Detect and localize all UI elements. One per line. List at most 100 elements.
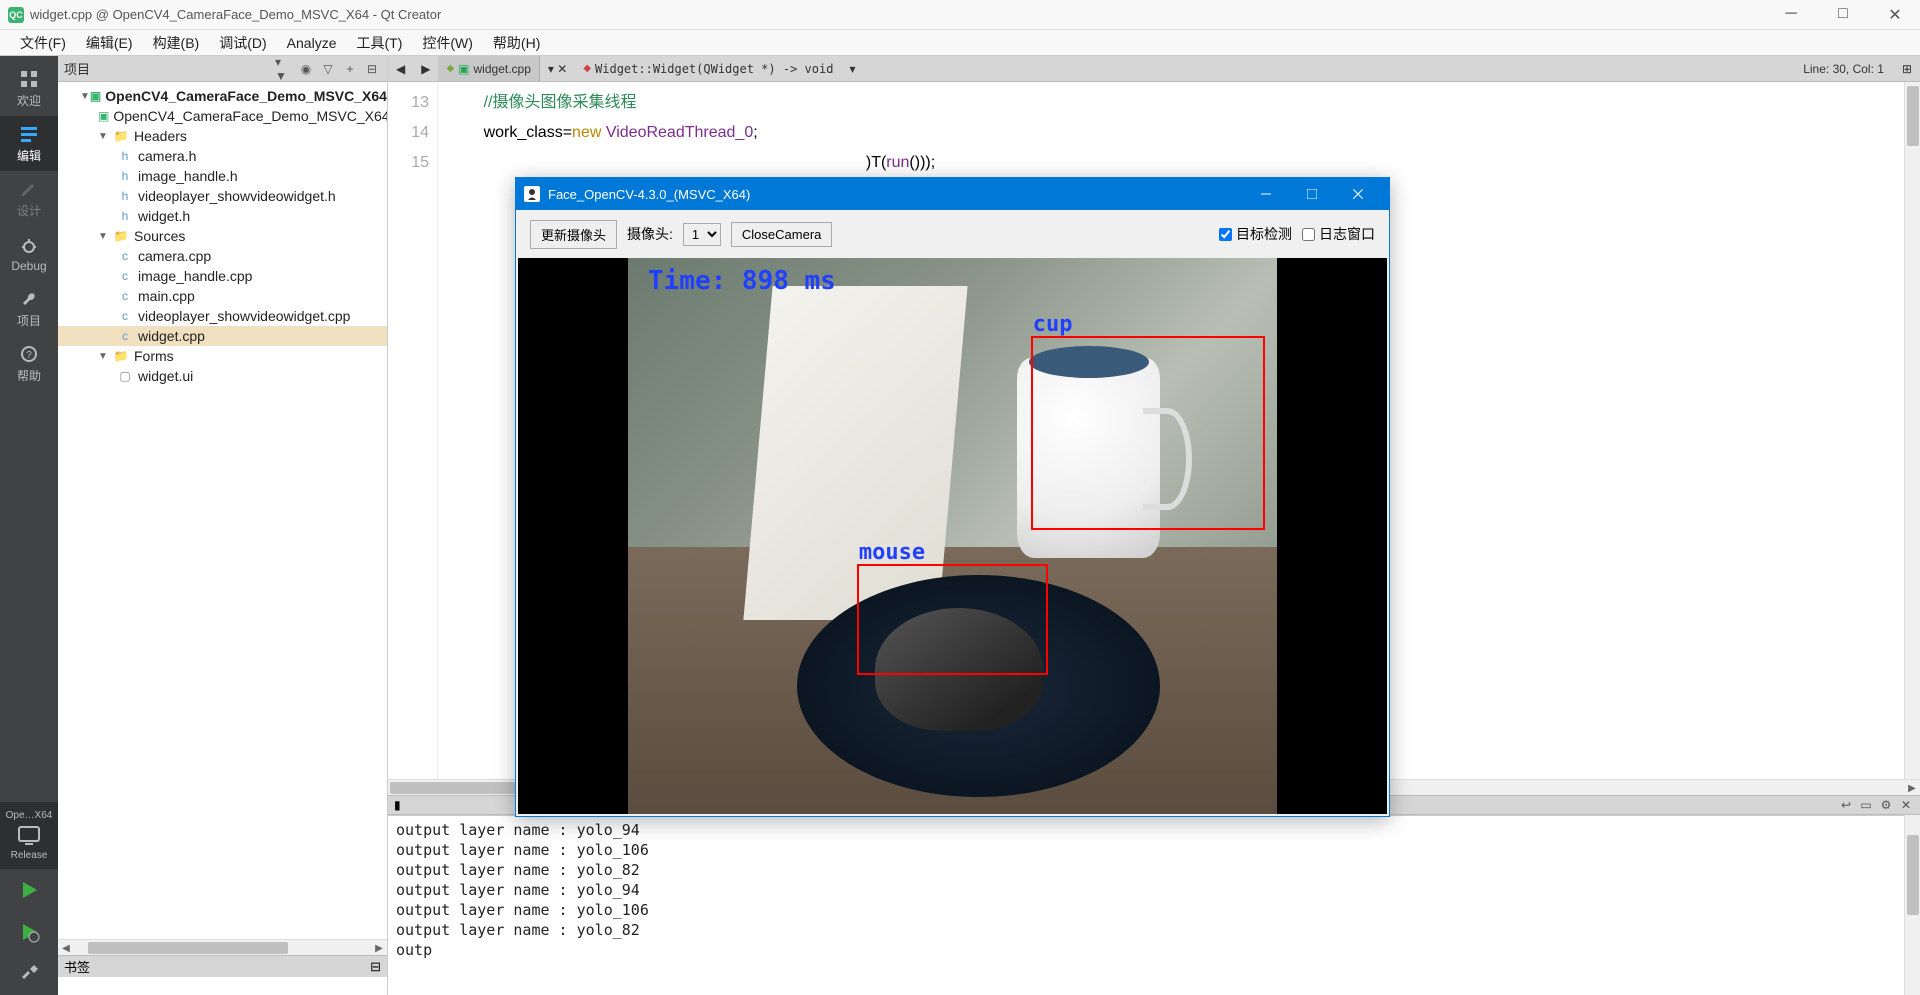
build-button[interactable] bbox=[0, 953, 58, 995]
close-button[interactable]: ✕ bbox=[1878, 5, 1912, 25]
sync-icon[interactable]: ◉ bbox=[297, 60, 315, 78]
running-app-window[interactable]: Face_OpenCV-4.3.0_(MSVC_X64) 更新摄像头 摄像头: … bbox=[515, 177, 1390, 817]
tree-file[interactable]: cvideoplayer_showvideowidget.cpp bbox=[58, 306, 387, 326]
grid-icon bbox=[17, 68, 41, 90]
mode-help[interactable]: ? 帮助 bbox=[0, 336, 58, 391]
tree-file-selected[interactable]: cwidget.cpp bbox=[58, 326, 387, 346]
tree-forms[interactable]: ▼📁Forms bbox=[58, 346, 387, 366]
wrap-icon[interactable]: ↩ bbox=[1838, 797, 1854, 813]
output-tab-indicator[interactable]: ▮ bbox=[394, 798, 401, 812]
video-frame: Time: 898 ms cup mouse bbox=[518, 258, 1387, 814]
update-camera-button[interactable]: 更新摄像头 bbox=[530, 220, 617, 249]
split-icon[interactable]: ⊟ bbox=[363, 60, 381, 78]
tree-file[interactable]: ccamera.cpp bbox=[58, 246, 387, 266]
mode-edit[interactable]: 编辑 bbox=[0, 116, 58, 171]
detection-box-mouse: mouse bbox=[857, 564, 1048, 675]
editor-vscrollbar[interactable] bbox=[1904, 82, 1920, 779]
menu-build[interactable]: 构建(B) bbox=[143, 33, 210, 53]
scroll-left-icon[interactable]: ◀ bbox=[58, 940, 74, 956]
tree-file[interactable]: cmain.cpp bbox=[58, 286, 387, 306]
line-gutter: 131415 bbox=[388, 82, 438, 779]
maximize-button[interactable]: □ bbox=[1826, 5, 1860, 25]
tree-file[interactable]: hwidget.h bbox=[58, 206, 387, 226]
menu-edit[interactable]: 编辑(E) bbox=[76, 33, 143, 53]
tree-file[interactable]: hcamera.h bbox=[58, 146, 387, 166]
nav-fwd-button[interactable]: ▶ bbox=[413, 56, 438, 81]
tree-pro-file[interactable]: ▣OpenCV4_CameraFace_Demo_MSVC_X64.p bbox=[58, 106, 387, 126]
minimize-button[interactable]: ─ bbox=[1774, 5, 1808, 25]
output-pane[interactable]: output layer name : yolo_94 output layer… bbox=[388, 815, 1904, 995]
camera-select[interactable]: 1 bbox=[683, 223, 721, 246]
cursor-position: Line: 30, Col: 1 bbox=[1795, 56, 1894, 81]
func-status-icon: ◆ bbox=[583, 63, 591, 74]
menu-help[interactable]: 帮助(H) bbox=[483, 33, 550, 53]
split-editor-button[interactable]: ⊞ bbox=[1894, 56, 1920, 81]
bug-icon bbox=[17, 235, 41, 257]
detection-label: mouse bbox=[859, 540, 925, 565]
svg-text:?: ? bbox=[26, 350, 32, 361]
app-maximize-button[interactable] bbox=[1289, 178, 1335, 210]
mode-design[interactable]: 设计 bbox=[0, 171, 58, 226]
output-vscrollbar[interactable] bbox=[1904, 815, 1920, 995]
app-minimize-button[interactable] bbox=[1243, 178, 1289, 210]
filter-icon[interactable]: ▽ bbox=[319, 60, 337, 78]
project-tree[interactable]: ▼▣OpenCV4_CameraFace_Demo_MSVC_X64 ▣Open… bbox=[58, 82, 387, 939]
file-tab[interactable]: ◆ ▣ widget.cpp bbox=[438, 56, 538, 81]
menu-debug[interactable]: 调试(D) bbox=[209, 33, 276, 53]
mode-debug[interactable]: Debug bbox=[0, 226, 58, 281]
file-status-icon: ◆ bbox=[446, 63, 454, 74]
tree-file[interactable]: himage_handle.h bbox=[58, 166, 387, 186]
expand-icon[interactable]: ▭ bbox=[1858, 797, 1874, 813]
file-tab-dropdown[interactable]: ▾ ✕ bbox=[539, 56, 575, 81]
tree-hscrollbar[interactable]: ◀ ▶ bbox=[58, 939, 387, 955]
detect-checkbox[interactable]: 目标检测 bbox=[1219, 224, 1292, 244]
mode-welcome[interactable]: 欢迎 bbox=[0, 61, 58, 116]
project-panel: 项目 ▾ ▼ ◉ ▽ + ⊟ ▼▣OpenCV4_CameraFace_Demo… bbox=[58, 56, 388, 995]
scrollbar-thumb[interactable] bbox=[88, 942, 288, 954]
scroll-right-icon[interactable]: ▶ bbox=[371, 940, 387, 956]
tree-file[interactable]: cimage_handle.cpp bbox=[58, 266, 387, 286]
tree-file[interactable]: ▢widget.ui bbox=[58, 366, 387, 386]
window-title: widget.cpp @ OpenCV4_CameraFace_Demo_MSV… bbox=[30, 7, 1774, 22]
window-buttons: ─ □ ✕ bbox=[1774, 5, 1912, 25]
monitor-icon bbox=[0, 825, 58, 850]
add-icon[interactable]: + bbox=[341, 60, 359, 78]
filter-dropdown-icon[interactable]: ▾ ▼ bbox=[275, 60, 293, 78]
camera-label: 摄像头: bbox=[627, 224, 673, 244]
function-crumb[interactable]: ◆ Widget::Widget(QWidget *) -> void bbox=[575, 56, 841, 81]
settings-icon[interactable]: ⚙ bbox=[1878, 797, 1894, 813]
tree-file[interactable]: hvideoplayer_showvideowidget.h bbox=[58, 186, 387, 206]
menu-tools[interactable]: 工具(T) bbox=[346, 33, 412, 53]
app-close-button[interactable] bbox=[1335, 178, 1381, 210]
menu-widgets[interactable]: 控件(W) bbox=[412, 33, 483, 53]
nav-back-button[interactable]: ◀ bbox=[388, 56, 413, 81]
app-window-title: Face_OpenCV-4.3.0_(MSVC_X64) bbox=[548, 187, 1243, 202]
window-titlebar: QC widget.cpp @ OpenCV4_CameraFace_Demo_… bbox=[0, 0, 1920, 30]
app-titlebar[interactable]: Face_OpenCV-4.3.0_(MSVC_X64) bbox=[516, 178, 1389, 210]
inference-timer: Time: 898 ms bbox=[648, 266, 836, 296]
menu-analyze[interactable]: Analyze bbox=[277, 35, 347, 51]
help-icon: ? bbox=[17, 343, 41, 365]
kit-selector[interactable]: Ope…X64 Release bbox=[0, 802, 58, 869]
split-icon[interactable]: ⊟ bbox=[370, 959, 381, 975]
func-dropdown[interactable]: ▾ bbox=[841, 56, 863, 81]
log-checkbox[interactable]: 日志窗口 bbox=[1302, 224, 1375, 244]
tree-sources[interactable]: ▼📁Sources bbox=[58, 226, 387, 246]
scroll-right-icon[interactable]: ▶ bbox=[1904, 780, 1920, 796]
menu-file[interactable]: 文件(F) bbox=[10, 33, 76, 53]
mode-projects[interactable]: 项目 bbox=[0, 281, 58, 336]
bookmarks-header[interactable]: 书签 ⊟ bbox=[58, 955, 387, 977]
project-panel-header: 项目 ▾ ▼ ◉ ▽ + ⊟ bbox=[58, 56, 387, 82]
run-debug-button[interactable] bbox=[0, 911, 58, 953]
tree-root[interactable]: ▼▣OpenCV4_CameraFace_Demo_MSVC_X64 bbox=[58, 86, 387, 106]
close-output-icon[interactable]: ✕ bbox=[1898, 797, 1914, 813]
app-toolbar: 更新摄像头 摄像头: 1 CloseCamera 目标检测 日志窗口 bbox=[516, 210, 1389, 258]
detection-label: cup bbox=[1033, 312, 1073, 337]
editor-toolbar: ◀ ▶ ◆ ▣ widget.cpp ▾ ✕ ◆ Widget::Widget(… bbox=[388, 56, 1920, 82]
close-camera-button[interactable]: CloseCamera bbox=[731, 222, 832, 247]
tree-headers[interactable]: ▼📁Headers bbox=[58, 126, 387, 146]
menu-bar: 文件(F) 编辑(E) 构建(B) 调试(D) Analyze 工具(T) 控件… bbox=[0, 30, 1920, 56]
app-icon: QC bbox=[8, 7, 24, 23]
detection-box-cup: cup bbox=[1031, 336, 1266, 531]
run-button[interactable] bbox=[0, 869, 58, 911]
